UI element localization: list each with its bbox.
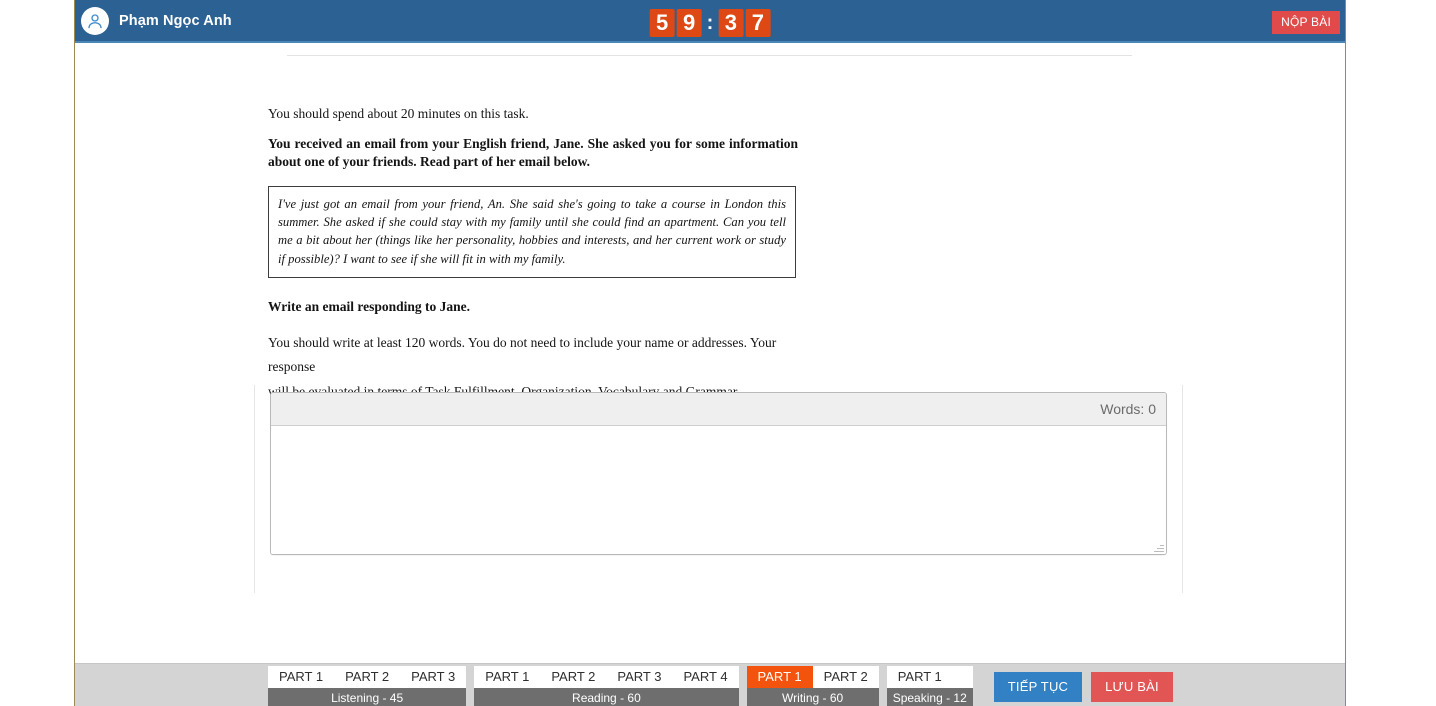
answer-textarea[interactable] <box>271 426 1166 554</box>
section-reading: PART 1 PART 2 PART 3 PART 4 Reading - 60 <box>474 666 739 706</box>
section-reading-label: Reading - 60 <box>474 688 739 706</box>
editor-body <box>271 426 1166 554</box>
answer-editor: Words: 0 <box>270 392 1167 555</box>
task-requirements-line1: You should write at least 120 words. You… <box>268 334 777 375</box>
footer-action-buttons: TIẾP TỤC LƯU BÀI <box>993 672 1173 702</box>
timer-separator: : <box>706 11 714 34</box>
tab-reading-part-4[interactable]: PART 4 <box>672 666 739 688</box>
content-area: You should spend about 20 minutes on thi… <box>75 45 1345 663</box>
task-time-note: You should spend about 20 minutes on thi… <box>268 106 529 121</box>
tab-speaking-part-1[interactable]: PART 1 <box>886 666 953 688</box>
user-icon <box>81 6 109 35</box>
tab-reading-part-3[interactable]: PART 3 <box>606 666 673 688</box>
tab-writing-part-2[interactable]: PART 2 <box>812 666 879 688</box>
word-count-label: Words: 0 <box>1100 401 1156 417</box>
task-prompt: You received an email from your English … <box>268 135 798 170</box>
countdown-timer: 5 9 : 3 7 <box>649 9 771 37</box>
tab-listening-part-3[interactable]: PART 3 <box>400 666 467 688</box>
editor-toolbar: Words: 0 <box>271 393 1166 426</box>
bottom-navigation-bar: PART 1 PART 2 PART 3 Listening - 45 PART… <box>75 663 1345 706</box>
email-excerpt-box: I've just got an email from your friend,… <box>268 185 796 278</box>
user-profile[interactable]: Phạm Ngọc Anh <box>81 6 232 35</box>
page-root: Phạm Ngọc Anh 5 9 : 3 7 NỘP BÀI You shou… <box>0 0 1436 706</box>
tab-writing-part-1[interactable]: PART 1 <box>746 666 813 688</box>
tab-listening-part-1[interactable]: PART 1 <box>268 666 335 688</box>
tab-reading-part-1[interactable]: PART 1 <box>474 666 541 688</box>
section-listening-label: Listening - 45 <box>268 688 467 706</box>
timer-seconds-ones: 7 <box>745 9 771 37</box>
save-button[interactable]: LƯU BÀI <box>1091 672 1173 702</box>
timer-seconds-tens: 3 <box>718 9 744 37</box>
user-name: Phạm Ngọc Anh <box>119 12 232 29</box>
task-instructions: You should spend about 20 minutes on thi… <box>268 105 798 405</box>
section-speaking-label: Speaking - 12 <box>886 688 973 706</box>
section-listening-parts: PART 1 PART 2 PART 3 <box>268 666 467 688</box>
task-instruction-heading: Write an email responding to Jane. <box>268 298 471 314</box>
continue-button[interactable]: TIẾP TỤC <box>993 672 1083 702</box>
tab-reading-part-2[interactable]: PART 2 <box>540 666 607 688</box>
section-reading-parts: PART 1 PART 2 PART 3 PART 4 <box>474 666 739 688</box>
section-speaking-parts: PART 1 <box>886 666 973 688</box>
section-writing-parts: PART 1 PART 2 <box>746 666 879 688</box>
timer-minutes-tens: 5 <box>649 9 675 37</box>
email-excerpt-text: I've just got an email from your friend,… <box>278 196 786 266</box>
timer-minutes-ones: 9 <box>676 9 702 37</box>
panel-top-divider <box>287 55 1132 56</box>
browser-viewport: Phạm Ngọc Anh 5 9 : 3 7 NỘP BÀI You shou… <box>74 0 1346 706</box>
section-speaking: PART 1 Speaking - 12 <box>886 666 973 706</box>
submit-exam-button[interactable]: NỘP BÀI <box>1272 11 1340 34</box>
tab-listening-part-2[interactable]: PART 2 <box>334 666 401 688</box>
top-header-bar: Phạm Ngọc Anh 5 9 : 3 7 NỘP BÀI <box>75 0 1345 43</box>
answer-editor-panel: Words: 0 <box>254 385 1183 593</box>
section-listening: PART 1 PART 2 PART 3 Listening - 45 <box>268 666 467 706</box>
section-writing-label: Writing - 60 <box>746 688 879 706</box>
section-writing: PART 1 PART 2 Writing - 60 <box>746 666 879 706</box>
